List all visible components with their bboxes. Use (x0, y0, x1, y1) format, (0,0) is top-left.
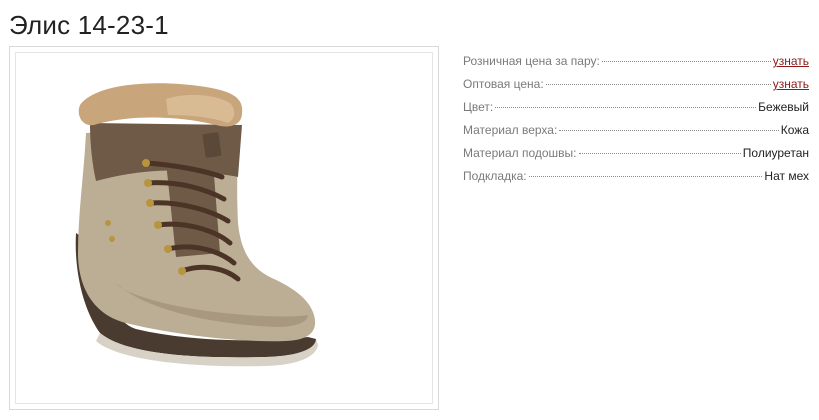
retail-price-link[interactable]: узнать (773, 53, 809, 69)
leader-dots (559, 130, 779, 131)
leader-dots (495, 107, 757, 108)
ankle-boot-image (75, 83, 318, 367)
spec-value: Полиуретан (742, 146, 809, 160)
spec-label: Оптовая цена: (463, 77, 544, 91)
spec-row-color: Цвет: Бежевый (463, 99, 809, 122)
product-specs-list: Розничная цена за пару: узнать Оптовая ц… (463, 53, 809, 191)
spec-value: Бежевый (758, 100, 809, 114)
spec-label: Цвет: (463, 100, 494, 114)
leader-dots (545, 84, 771, 85)
wholesale-price-link[interactable]: узнать (773, 76, 809, 92)
spec-label: Подкладка: (463, 169, 527, 183)
product-photo[interactable] (15, 52, 433, 404)
spec-row-sole-material: Материал подошвы: Полиуретан (463, 145, 809, 168)
spec-row-retail-price: Розничная цена за пару: узнать (463, 53, 809, 76)
spec-label: Розничная цена за пару: (463, 54, 600, 68)
spec-label: Материал подошвы: (463, 146, 577, 160)
product-photo-frame (9, 46, 439, 410)
spec-row-wholesale-price: Оптовая цена: узнать (463, 76, 809, 99)
spec-row-upper-material: Материал верха: Кожа (463, 122, 809, 145)
spec-value: Кожа (780, 123, 809, 137)
spec-label: Материал верха: (463, 123, 558, 137)
leader-dots (528, 176, 763, 177)
product-title: Элис 14-23-1 (9, 10, 169, 40)
spec-value: Нат мех (764, 169, 809, 183)
leader-dots (601, 61, 771, 62)
leader-dots (578, 153, 741, 154)
spec-row-lining: Подкладка: Нат мех (463, 168, 809, 191)
